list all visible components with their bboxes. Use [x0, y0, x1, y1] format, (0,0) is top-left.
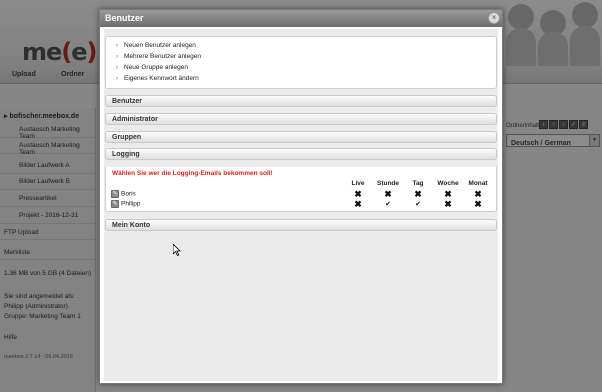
column-tag: Tag: [412, 180, 424, 187]
dialog-titlebar[interactable]: Benutzer ×: [100, 10, 502, 27]
logging-toggle-live[interactable]: ✖: [346, 200, 370, 209]
dialog-body: › Neuen Benutzer anlegen › Mehrere Benutze…: [104, 29, 498, 381]
logging-toggle-woche[interactable]: ✖: [436, 190, 460, 199]
chevron-right-icon: ›: [116, 76, 118, 82]
section-administrator[interactable]: Administrator: [105, 113, 497, 125]
column-woche: Woche: [437, 180, 459, 187]
logging-toggle-tag[interactable]: ✖: [406, 190, 430, 199]
create-group-link[interactable]: › Neue Gruppe anlegen: [116, 64, 188, 71]
user-actions-panel: › Neuen Benutzer anlegen › Mehrere Benutze…: [105, 36, 497, 89]
dialog-title: Benutzer: [105, 13, 144, 23]
chevron-right-icon: ›: [116, 65, 118, 71]
logging-toggle-stunde[interactable]: ✔: [376, 200, 400, 209]
close-icon[interactable]: ×: [488, 12, 500, 24]
chevron-right-icon: ›: [116, 54, 118, 60]
logging-user: ✎ Boris: [111, 190, 136, 198]
section-logging[interactable]: Logging: [105, 148, 497, 160]
edit-icon[interactable]: ✎: [111, 200, 119, 208]
logging-toggle-stunde[interactable]: ✖: [376, 190, 400, 199]
section-mein-konto[interactable]: Mein Konto: [105, 219, 497, 231]
users-dialog: Benutzer × › Neuen Benutzer anlegen › Mehr…: [99, 9, 503, 384]
create-multiple-users-link[interactable]: › Mehrere Benutzer anlegen: [116, 53, 201, 60]
chevron-right-icon: ›: [116, 43, 118, 49]
create-user-link[interactable]: › Neuen Benutzer anlegen: [116, 42, 196, 49]
logging-panel: Wählen Sie wer die Logging-Emails bekomm…: [105, 167, 497, 212]
edit-icon[interactable]: ✎: [111, 190, 119, 198]
logging-row: ✎ Philipp ✖ ✔ ✔ ✖ ✖: [111, 200, 491, 210]
column-stunde: Stunde: [376, 180, 400, 187]
section-benutzer[interactable]: Benutzer: [105, 95, 497, 107]
column-monat: Monat: [468, 180, 488, 187]
logging-toggle-woche[interactable]: ✖: [436, 200, 460, 209]
logging-toggle-monat[interactable]: ✖: [466, 190, 490, 199]
change-password-link[interactable]: › Eigenes Kennwort ändern: [116, 75, 199, 82]
logging-toggle-live[interactable]: ✖: [346, 190, 370, 199]
logging-toggle-monat[interactable]: ✖: [466, 200, 490, 209]
logging-toggle-tag[interactable]: ✔: [406, 200, 430, 209]
logging-row: ✎ Boris ✖ ✖ ✖ ✖ ✖: [111, 190, 491, 200]
section-gruppen[interactable]: Gruppen: [105, 131, 497, 143]
column-live: Live: [351, 180, 365, 187]
logging-user: ✎ Philipp: [111, 200, 141, 208]
logging-prompt: Wählen Sie wer die Logging-Emails bekomm…: [112, 170, 273, 177]
